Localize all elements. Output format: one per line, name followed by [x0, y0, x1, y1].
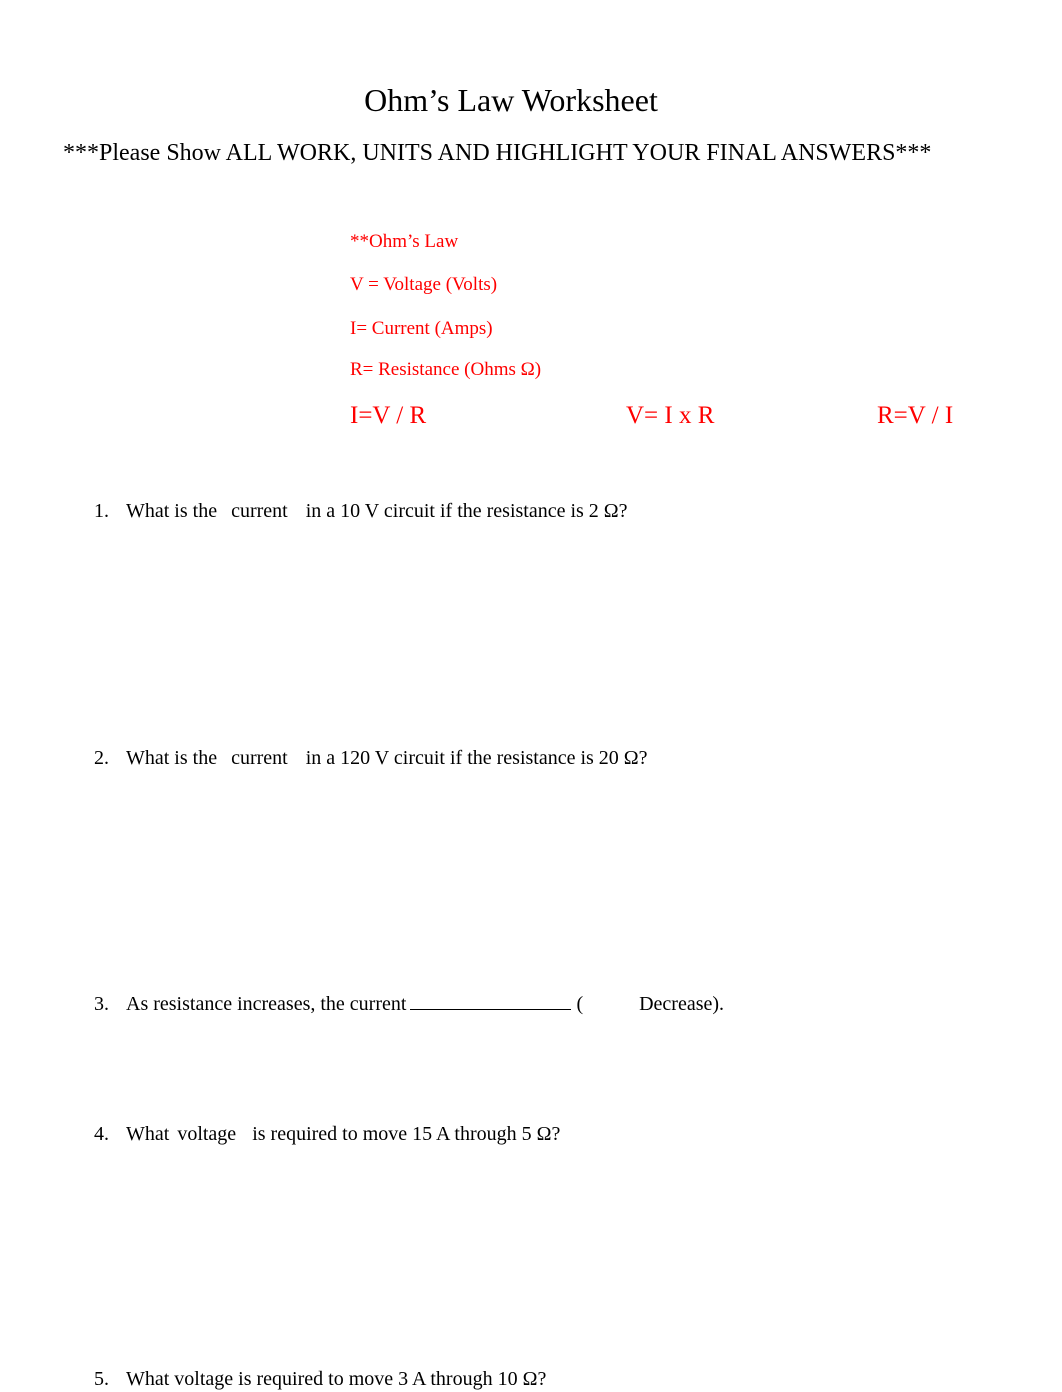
reference-heading: **Ohm’s Law: [350, 231, 459, 252]
question-keyword: current: [231, 747, 288, 769]
definition-current: I= Current (Amps): [350, 318, 493, 339]
question-text: in a 10 V circuit if the resistance is 2…: [305, 500, 628, 522]
question-number: 3.: [94, 993, 109, 1015]
question-text: Decrease).: [639, 993, 725, 1015]
question-text: What voltage is required to move 3 A thr…: [126, 1368, 547, 1390]
question-number: 4.: [94, 1123, 109, 1145]
question-5: 5. What voltage is required to move 3 A t…: [94, 1366, 546, 1392]
question-3: 3. As resistance increases, the current ( D…: [94, 991, 724, 1017]
question-4: 4. What voltage is required to move 15 A th…: [94, 1121, 560, 1147]
page-title: Ohm’s Law Worksheet: [364, 82, 658, 118]
question-keyword: current: [231, 500, 288, 522]
question-text: What is the: [126, 747, 218, 769]
formula-voltage: V= I x R: [626, 402, 715, 429]
answer-blank[interactable]: [410, 991, 572, 1010]
question-number: 5.: [94, 1368, 109, 1390]
instructions-banner: ***Please Show ALL WORK, UNITS AND HIGHL…: [63, 140, 932, 166]
definition-resistance: R= Resistance (Ohms Ω): [350, 359, 542, 380]
definition-voltage: V = Voltage (Volts): [350, 274, 498, 295]
question-keyword: voltage: [177, 1123, 237, 1145]
question-text: is required to move 15 A through 5 Ω?: [252, 1123, 561, 1145]
question-text: (: [576, 993, 584, 1015]
question-number: 1.: [94, 500, 109, 522]
question-text: As resistance increases, the current: [126, 993, 407, 1015]
formula-resistance: R=V / I: [877, 402, 954, 429]
question-1: 1. What is the current in a 10 V circuit if…: [94, 498, 628, 524]
question-text: What: [126, 1123, 170, 1145]
formula-current: I=V / R: [350, 402, 427, 429]
question-text: in a 120 V circuit if the resistance is …: [305, 747, 648, 769]
question-number: 2.: [94, 747, 109, 769]
question-2: 2. What is the current in a 120 V circuit i…: [94, 745, 648, 771]
question-text: What is the: [126, 500, 218, 522]
